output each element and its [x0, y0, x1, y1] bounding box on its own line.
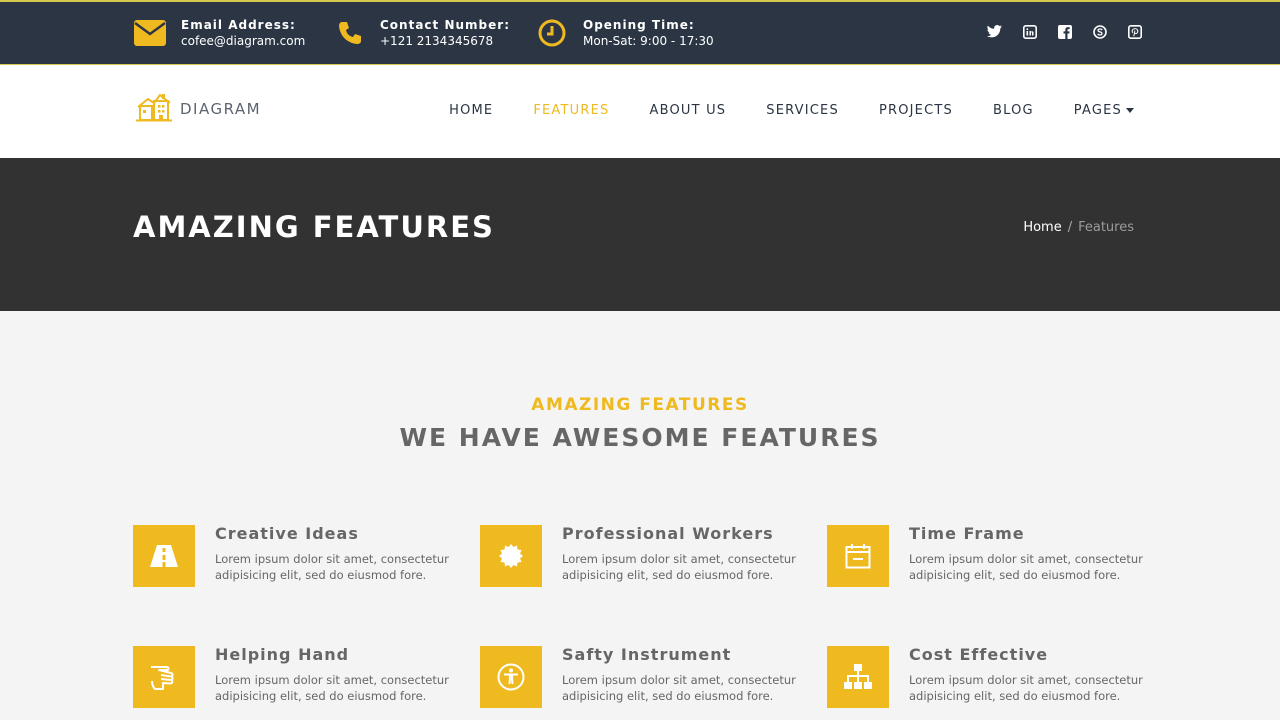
- main-menu: HOME FEATURES ABOUT US SERVICES PROJECTS…: [449, 103, 1134, 118]
- feature-desc: Lorem ipsum dolor sit amet, consectetur …: [562, 673, 796, 703]
- email-value[interactable]: cofee@diagram.com: [181, 33, 305, 49]
- breadcrumb-separator: /: [1067, 220, 1073, 235]
- nav-blog[interactable]: BLOG: [993, 103, 1034, 118]
- hours-label: Opening Time:: [583, 18, 695, 32]
- phone-icon: [336, 16, 364, 50]
- hours-info: Opening Time: Mon-Sat: 9:00 - 17:30: [537, 16, 714, 50]
- feature-card: Time Frame Lorem ipsum dolor sit amet, c…: [827, 525, 1157, 590]
- pinterest-icon[interactable]: [1127, 24, 1142, 39]
- sitemap-icon: [827, 646, 889, 708]
- phone-info: Contact Number: +121 2134345678: [336, 16, 510, 50]
- top-bar: Email Address: cofee@diagram.com Contact…: [0, 0, 1280, 65]
- feature-card: Professional Workers Lorem ipsum dolor s…: [480, 525, 810, 590]
- feature-desc: Lorem ipsum dolor sit amet, consectetur …: [215, 552, 449, 582]
- feature-card: Creative Ideas Lorem ipsum dolor sit ame…: [133, 525, 463, 590]
- logo-text: DIAGRAM: [180, 100, 262, 118]
- calendar-icon: [827, 525, 889, 587]
- clock-icon: [537, 16, 567, 50]
- badge-icon: [480, 525, 542, 587]
- skype-icon[interactable]: [1092, 24, 1107, 39]
- phone-value[interactable]: +121 2134345678: [380, 33, 510, 49]
- feature-title: Professional Workers: [562, 524, 774, 543]
- feature-card: Safty Instrument Lorem ipsum dolor sit a…: [480, 646, 810, 711]
- feature-title: Helping Hand: [215, 645, 350, 664]
- nav-pages-label: PAGES: [1073, 103, 1122, 118]
- envelope-icon: [133, 16, 167, 50]
- feature-title: Safty Instrument: [562, 645, 732, 664]
- feature-desc: Lorem ipsum dolor sit amet, consectetur …: [909, 552, 1143, 582]
- hours-value: Mon-Sat: 9:00 - 17:30: [583, 34, 714, 48]
- main-navbar: DIAGRAM HOME FEATURES ABOUT US SERVICES …: [0, 65, 1280, 158]
- nav-services[interactable]: SERVICES: [766, 103, 839, 118]
- nav-home[interactable]: HOME: [449, 103, 493, 118]
- page-title: AMAZING FEATURES: [133, 210, 495, 244]
- email-label: Email Address:: [181, 18, 296, 32]
- nav-projects[interactable]: PROJECTS: [879, 103, 953, 118]
- feature-card: Helping Hand Lorem ipsum dolor sit amet,…: [133, 646, 463, 711]
- feature-title: Cost Effective: [909, 645, 1049, 664]
- feature-card: Cost Effective Lorem ipsum dolor sit ame…: [827, 646, 1157, 711]
- nav-pages-dropdown[interactable]: PAGES: [1074, 103, 1134, 118]
- nav-about[interactable]: ABOUT US: [649, 103, 726, 118]
- phone-label: Contact Number:: [380, 18, 510, 32]
- feature-title: Time Frame: [909, 524, 1025, 543]
- page-header: AMAZING FEATURES Home / Features: [0, 158, 1280, 311]
- logo[interactable]: DIAGRAM: [136, 92, 261, 126]
- breadcrumb-current: Features: [1078, 220, 1134, 235]
- breadcrumb-home[interactable]: Home: [1023, 220, 1061, 235]
- feature-desc: Lorem ipsum dolor sit amet, consectetur …: [562, 552, 796, 582]
- caret-down-icon: [1126, 108, 1134, 113]
- hand-icon: [133, 646, 195, 708]
- section-subtitle: AMAZING FEATURES: [531, 395, 749, 415]
- email-info: Email Address: cofee@diagram.com: [133, 16, 305, 50]
- facebook-icon[interactable]: [1057, 24, 1072, 39]
- section-title: WE HAVE AWESOME FEATURES: [399, 423, 881, 452]
- social-links: [987, 24, 1142, 39]
- twitter-icon[interactable]: [987, 24, 1002, 39]
- linkedin-icon[interactable]: [1022, 24, 1037, 39]
- feature-desc: Lorem ipsum dolor sit amet, consectetur …: [215, 673, 449, 703]
- breadcrumb: Home / Features: [1023, 220, 1134, 235]
- house-logo-icon: [136, 92, 172, 126]
- accessibility-icon: [480, 646, 542, 708]
- feature-title: Creative Ideas: [215, 524, 359, 543]
- road-icon: [133, 525, 195, 587]
- nav-features[interactable]: FEATURES: [533, 103, 609, 118]
- feature-desc: Lorem ipsum dolor sit amet, consectetur …: [909, 673, 1143, 703]
